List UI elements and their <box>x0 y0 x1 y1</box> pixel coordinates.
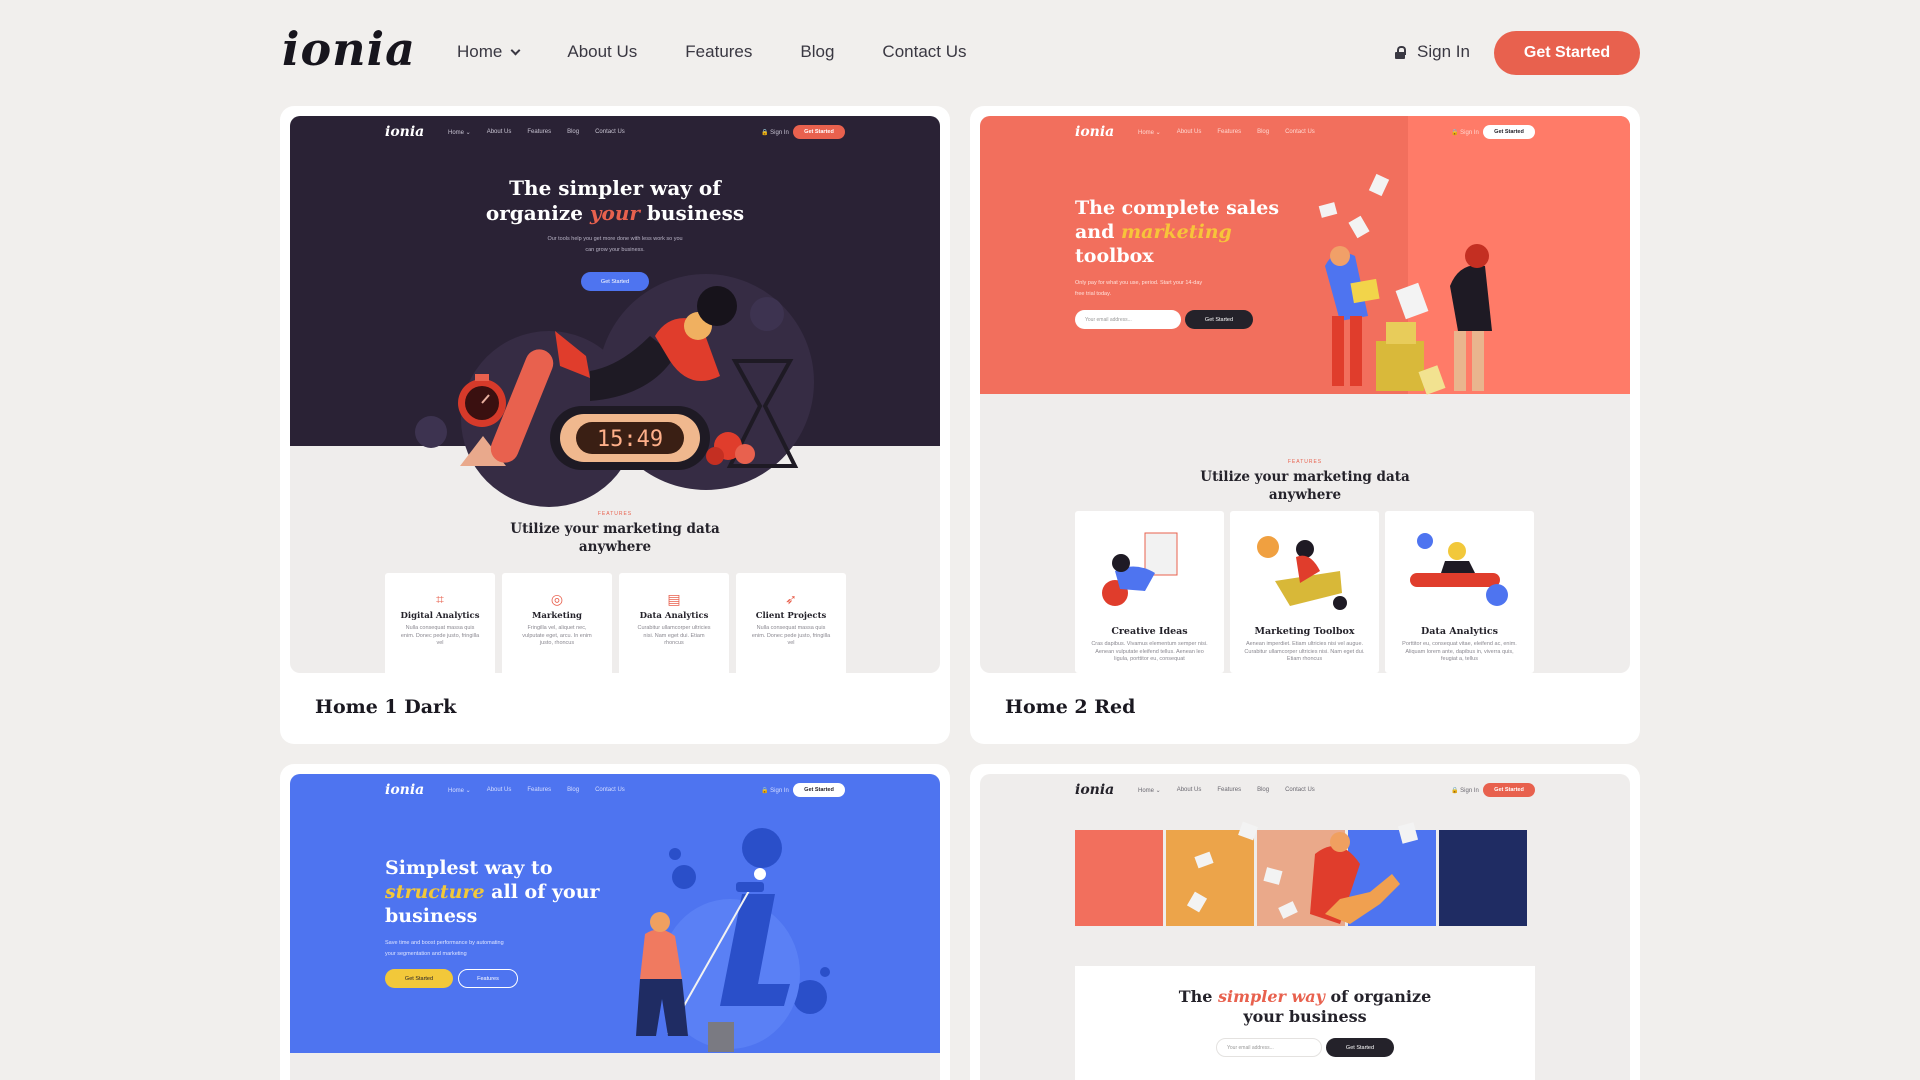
clipboard-icon: ▤ <box>667 591 681 607</box>
feature-card: ➶ Client Projects Nulla consequat massa … <box>736 573 846 673</box>
feature-desc: Porttitor eu, consequat vitae, eleifend … <box>1402 641 1517 662</box>
lock-icon <box>1394 45 1406 59</box>
hero-illustration <box>1075 821 1527 926</box>
rocket-icon: ➶ <box>785 591 797 607</box>
hero-illustration <box>1318 173 1492 395</box>
feature-card: Data Analytics Porttitor eu, consequat v… <box>1385 511 1534 673</box>
feature-desc: Aenean imperdiet. Etiam ultricies nisi v… <box>1244 641 1365 662</box>
hero-heading-line: your business <box>1243 1007 1367 1026</box>
nav-blog[interactable]: Blog <box>800 42 834 62</box>
section-title-line: anywhere <box>1268 487 1342 503</box>
chevron-down-icon <box>510 45 521 55</box>
hero-text: The <box>1178 987 1219 1006</box>
demo-card-dark[interactable]: ionia Home ⌄ About Us Features Blog Contact … <box>280 106 950 744</box>
demo-thumbnail[interactable]: ionia Home ⌄ About Us Features Blog Contact … <box>980 116 1630 673</box>
nav-about-us[interactable]: About Us <box>567 42 637 62</box>
analytics-illustration <box>1410 533 1508 606</box>
demo-title[interactable]: Home 1 Dark <box>315 696 456 718</box>
sign-in-label: Sign In <box>1417 42 1470 61</box>
feature-title: Marketing Toolbox <box>1254 626 1355 637</box>
hero-illustration: 15:49 <box>415 274 814 507</box>
demo-title[interactable]: Home 2 Red <box>1005 696 1135 718</box>
feature-desc: Nulla consequat massa quis enim. Donec p… <box>751 625 831 646</box>
feature-card: ⌗ Digital Analytics Nulla consequat mass… <box>385 573 495 673</box>
sign-in-link[interactable]: Sign In <box>1394 42 1470 62</box>
main-nav: Home About Us Features Blog Contact Us <box>457 42 1015 62</box>
nav-features[interactable]: Features <box>685 42 752 62</box>
email-input: Your email address... <box>1216 1038 1322 1057</box>
section-title-line: Utilize your marketing data <box>510 521 720 537</box>
target-icon: ◎ <box>550 591 564 607</box>
creative-illustration <box>1102 532 1178 606</box>
hero-heading-line: The simpler way of organize <box>980 987 1630 1007</box>
feature-card: ▤ Data Analytics Curabitur ullamcorper u… <box>619 573 729 673</box>
toolbox-illustration <box>1257 536 1347 610</box>
nav-contact-us[interactable]: Contact Us <box>882 42 966 62</box>
section-eyebrow: FEATURES <box>597 511 633 517</box>
hero-illustration <box>636 828 830 1052</box>
demo-thumbnail[interactable]: ionia Home ⌄ About Us Features Blog Contact … <box>290 116 940 673</box>
clock-digits: 15:49 <box>597 427 663 452</box>
hero-heading: The simpler way of organize your busines… <box>980 987 1630 1027</box>
hero-highlight: simpler way <box>1218 987 1325 1006</box>
demo-thumbnail[interactable]: ionia Home ⌄ About Us Features Blog Contact … <box>980 774 1630 1080</box>
nav-home-label: Home <box>457 42 503 61</box>
feature-card: Marketing Toolbox Aenean imperdiet. Etia… <box>1230 511 1379 673</box>
demo-thumbnail[interactable]: ionia Home ⌄ About Us Features Blog Contact … <box>290 774 940 1080</box>
feature-title: Data Analytics <box>639 611 709 621</box>
hero-button: Get Started <box>1326 1038 1394 1057</box>
section-title: Utilize your marketing data anywhere <box>980 468 1630 504</box>
feature-desc: Cras dapibus. Vivamus elementum semper n… <box>1091 641 1208 662</box>
get-started-button[interactable]: Get Started <box>1494 31 1640 75</box>
feature-desc: Nulla consequat massa quis enim. Donec p… <box>400 625 480 646</box>
demo-card-red[interactable]: ionia Home ⌄ About Us Features Blog Contact … <box>970 106 1640 744</box>
feature-desc: Fringilla vel, aliquet nec, vulputate eg… <box>522 625 592 646</box>
demo-card-light[interactable]: ionia Home ⌄ About Us Features Blog Contact … <box>970 764 1640 1080</box>
section-title: Utilize your marketing data anywhere <box>290 520 940 556</box>
feature-desc: Curabitur ullamcorper ultricies nisi. Na… <box>637 625 711 646</box>
logo[interactable]: ionia <box>282 22 416 76</box>
feature-card: ◎ Marketing Fringilla vel, aliquet nec, … <box>502 573 612 673</box>
feature-title: Creative Ideas <box>1111 626 1188 637</box>
section-eyebrow: FEATURES <box>1287 459 1323 465</box>
section-title-line: anywhere <box>578 539 652 555</box>
demo-card-blue[interactable]: ionia Home ⌄ About Us Features Blog Contact … <box>280 764 950 1080</box>
nav-home[interactable]: Home <box>457 42 521 62</box>
hero-text: of organize <box>1324 987 1432 1006</box>
feature-title: Client Projects <box>755 611 827 621</box>
feature-title: Data Analytics <box>1421 626 1498 637</box>
feature-card: Creative Ideas Cras dapibus. Vivamus ele… <box>1075 511 1224 673</box>
site-header: ionia Home About Us Features Blog Contac… <box>0 0 1920 106</box>
feature-title: Marketing <box>532 611 582 621</box>
section-title-line: Utilize your marketing data <box>1200 469 1410 485</box>
feature-title: Digital Analytics <box>400 611 480 621</box>
analytics-icon: ⌗ <box>436 591 444 607</box>
